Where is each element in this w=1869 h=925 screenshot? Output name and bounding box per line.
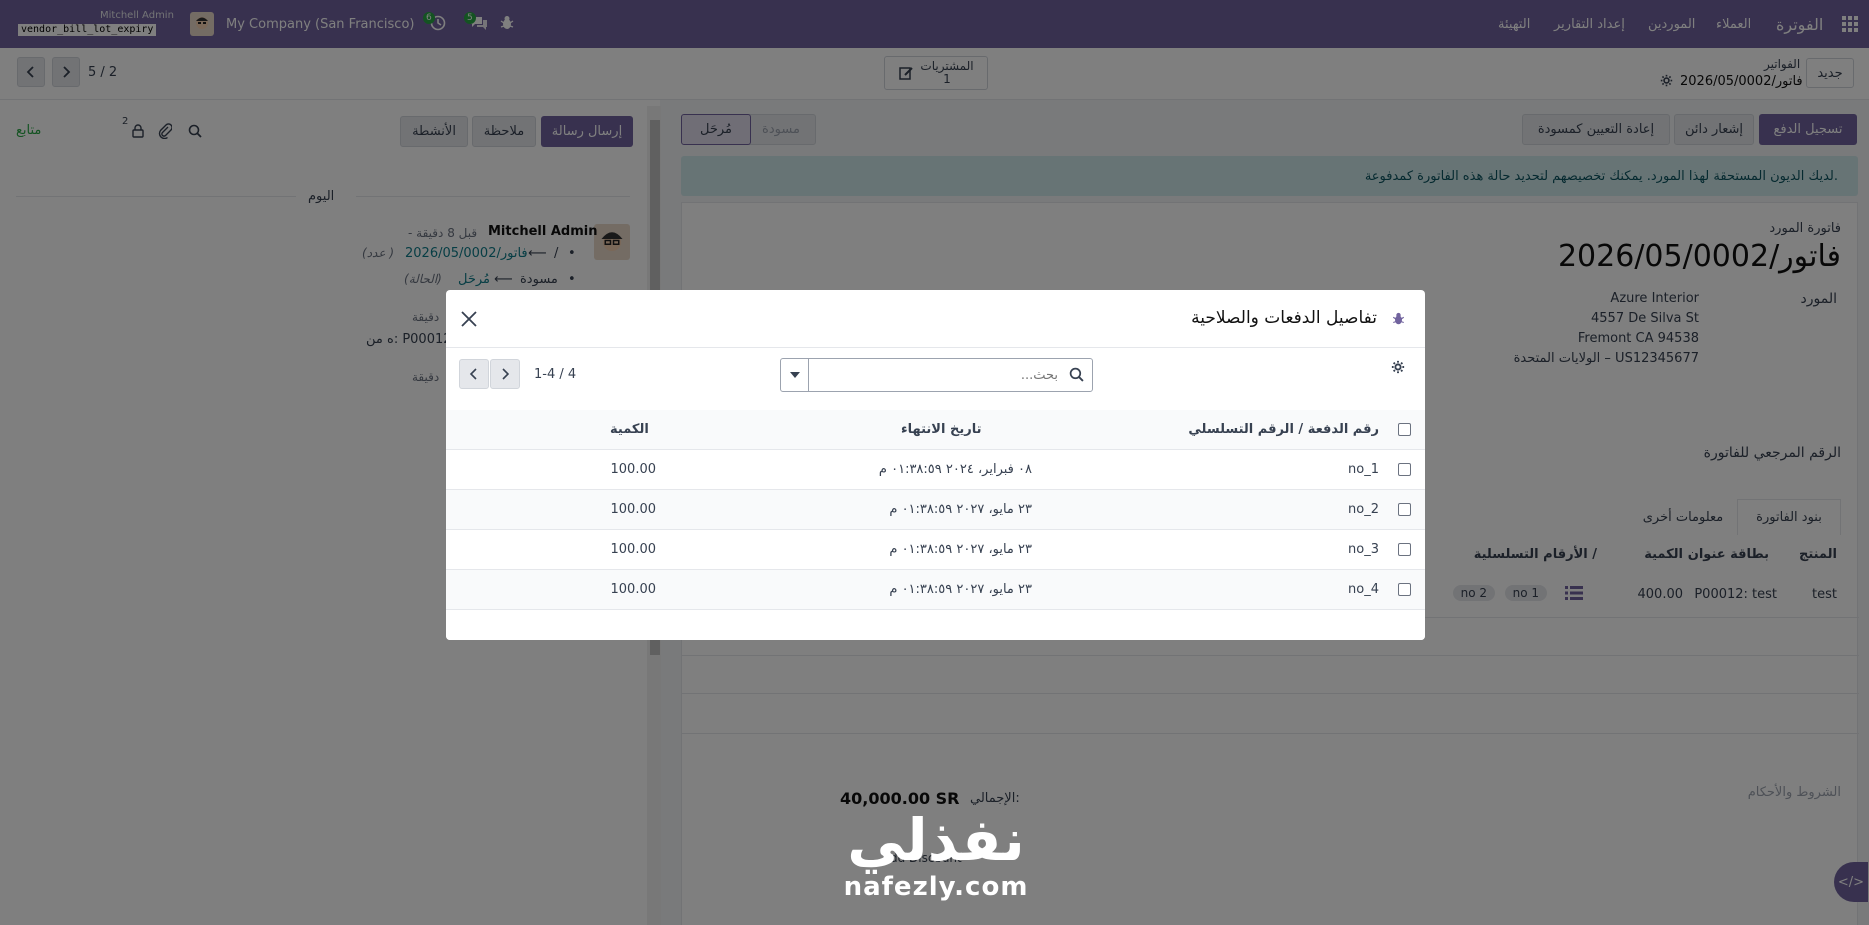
quantity: 100.00 — [610, 542, 657, 557]
settings-gear-icon[interactable] — [1391, 360, 1405, 378]
col-quantity[interactable]: الكمية — [610, 422, 649, 437]
close-icon[interactable] — [460, 310, 478, 332]
search-icon[interactable] — [1069, 367, 1084, 386]
expiry-date: ٢٣ مايو، ٢٠٢٧ ٠١:٣٨:٥٩ م — [889, 582, 1032, 597]
table-row[interactable]: no_3 ٢٣ مايو، ٢٠٢٧ ٠١:٣٨:٥٩ م 100.00 — [446, 530, 1425, 570]
col-expiry-date[interactable]: تاريخ الانتهاء — [901, 422, 981, 437]
lots-table-header: رقم الدفعة / الرقم التسلسلي تاريخ الانته… — [446, 410, 1425, 450]
table-row[interactable]: no_4 ٢٣ مايو، ٢٠٢٧ ٠١:٣٨:٥٩ م 100.00 — [446, 570, 1425, 610]
lot-number: no_4 — [1348, 582, 1379, 597]
row-checkbox[interactable] — [1398, 543, 1411, 556]
search-options-toggle[interactable] — [781, 359, 809, 391]
row-checkbox[interactable] — [1398, 583, 1411, 596]
watermark-latin: nafezly.com — [843, 872, 1029, 902]
table-row[interactable]: no_1 ٠٨ فبراير، ٢٠٢٤ ٠١:٣٨:٥٩ م 100.00 — [446, 450, 1425, 490]
quantity: 100.00 — [610, 502, 657, 517]
dialog-title: تفاصيل الدفعات والصلاحية — [1191, 308, 1377, 328]
quantity: 100.00 — [610, 462, 657, 477]
bug-icon[interactable] — [1392, 312, 1405, 330]
watermark-arabic: نفذلي — [847, 806, 1025, 874]
search-panel — [780, 358, 1093, 392]
row-checkbox[interactable] — [1398, 503, 1411, 516]
lot-number: no_1 — [1348, 462, 1379, 477]
chevron-right-icon — [502, 368, 510, 380]
watermark: نفذلي nafezly.com — [826, 808, 1046, 902]
dialog-footer — [446, 610, 1425, 640]
row-checkbox[interactable] — [1398, 463, 1411, 476]
expiry-date: ٢٣ مايو، ٢٠٢٧ ٠١:٣٨:٥٩ م — [889, 502, 1032, 517]
lot-details-dialog: تفاصيل الدفعات والصلاحية 1-4 / 4 رقم الد… — [446, 290, 1425, 640]
table-row[interactable]: no_2 ٢٣ مايو، ٢٠٢٧ ٠١:٣٨:٥٩ م 100.00 — [446, 490, 1425, 530]
caret-down-icon — [789, 372, 800, 378]
search-input[interactable] — [820, 363, 1058, 387]
quantity: 100.00 — [610, 582, 657, 597]
col-lot-number[interactable]: رقم الدفعة / الرقم التسلسلي — [1188, 422, 1379, 437]
dialog-pager-value[interactable]: 1-4 / 4 — [534, 367, 576, 382]
dialog-header: تفاصيل الدفعات والصلاحية — [446, 290, 1425, 348]
lot-number: no_2 — [1348, 502, 1379, 517]
expiry-date: ٢٣ مايو، ٢٠٢٧ ٠١:٣٨:٥٩ م — [889, 542, 1032, 557]
lot-number: no_3 — [1348, 542, 1379, 557]
dialog-pager-prev-button[interactable] — [459, 359, 489, 389]
expiry-date: ٠٨ فبراير، ٢٠٢٤ ٠١:٣٨:٥٩ م — [878, 462, 1032, 477]
select-all-checkbox[interactable] — [1398, 423, 1411, 436]
chevron-left-icon — [469, 368, 477, 380]
dialog-pager-next-button[interactable] — [490, 359, 520, 389]
